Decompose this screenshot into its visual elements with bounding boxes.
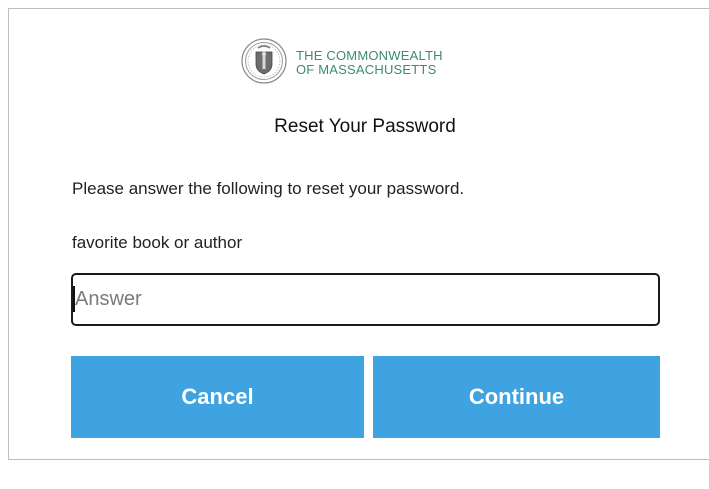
organization-name-line1: THE COMMONWEALTH	[296, 48, 443, 63]
massachusetts-seal-icon	[241, 38, 287, 84]
security-question-label: favorite book or author	[72, 233, 243, 252]
page-title: Reset Your Password	[274, 116, 456, 137]
header: THE COMMONWEALTH OF MASSACHUSETTS Reset …	[0, 0, 709, 150]
text-cursor	[73, 286, 75, 312]
answer-input[interactable]	[71, 273, 660, 326]
continue-button[interactable]: Continue	[373, 356, 660, 438]
organization-name-line2: OF MASSACHUSETTS	[296, 62, 437, 77]
instructions-text: Please answer the following to reset you…	[72, 179, 465, 198]
organization-name: THE COMMONWEALTH OF MASSACHUSETTS	[296, 49, 443, 77]
cancel-button[interactable]: Cancel	[71, 356, 364, 438]
